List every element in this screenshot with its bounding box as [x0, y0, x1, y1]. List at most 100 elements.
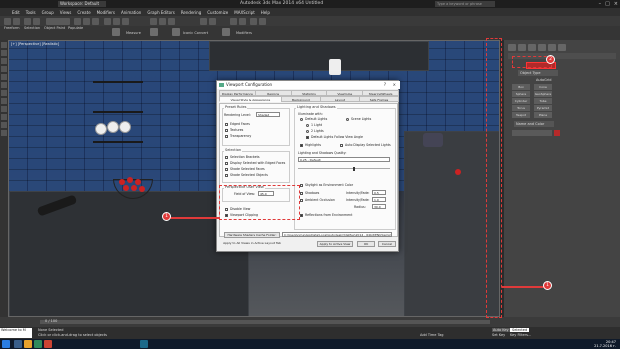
teapot-button[interactable]: Teapot	[512, 112, 530, 118]
tool-icon[interactable]	[1, 50, 7, 56]
menu-rendering[interactable]: Rendering	[181, 10, 201, 15]
3dsmax-taskbar-icon[interactable]	[140, 340, 148, 348]
selection-brackets-checkbox[interactable]	[225, 156, 228, 159]
menu-views[interactable]: Views	[60, 10, 72, 15]
curve-editor-icon[interactable]	[230, 17, 237, 25]
auto-display-checkbox[interactable]	[340, 144, 343, 147]
tool-icon[interactable]	[1, 98, 7, 104]
material-editor-icon[interactable]	[239, 17, 246, 25]
close-icon[interactable]: ×	[393, 81, 396, 89]
motion-tab-icon[interactable]	[538, 44, 546, 51]
select-icon[interactable]	[74, 17, 81, 25]
tool-icon[interactable]	[1, 106, 7, 112]
hierarchy-tab-icon[interactable]	[528, 44, 536, 51]
poly-modeling-icon[interactable]	[150, 28, 158, 36]
explorer-icon[interactable]	[14, 340, 22, 348]
cone-button[interactable]: Cone	[534, 84, 552, 90]
menu-animation[interactable]: Animation	[121, 10, 141, 15]
search-input[interactable]: Type a keyword or phrase	[435, 1, 495, 7]
close-icon[interactable]: ×	[614, 1, 618, 7]
menu-customize[interactable]: Customize	[207, 10, 228, 15]
autokey-button[interactable]: Auto Key	[492, 328, 510, 332]
scale-icon[interactable]	[122, 17, 129, 25]
redo-icon[interactable]	[13, 17, 20, 25]
start-icon[interactable]	[2, 340, 10, 348]
align-icon[interactable]	[209, 17, 216, 25]
menu-maxscript[interactable]: MAXScript	[234, 10, 255, 15]
selection-filter[interactable]	[46, 17, 70, 25]
menu-edit[interactable]: Edit	[12, 10, 20, 15]
box-button[interactable]: Box	[512, 84, 530, 90]
cache-path-field[interactable]: C:\Users\nme\AppData\Local\Autodesk\3dsM…	[282, 232, 392, 237]
setkey-button[interactable]: Set Key	[492, 333, 505, 337]
maximize-icon[interactable]: □	[605, 1, 610, 7]
add-time-tag[interactable]: Add Time Tag	[420, 333, 444, 337]
plane-button[interactable]: Plane	[534, 112, 552, 118]
tool-icon[interactable]	[1, 114, 7, 120]
move-icon[interactable]	[104, 17, 111, 25]
edged-faces-checkbox[interactable]	[225, 123, 228, 126]
workspace-select[interactable]: Workspace: Default	[58, 1, 106, 7]
cylinder-button[interactable]: Cylinder	[512, 98, 530, 104]
percent-snap-icon[interactable]	[168, 17, 175, 25]
time-slider-frame[interactable]: 0 / 100	[45, 319, 57, 323]
tool-icon[interactable]	[1, 66, 7, 72]
tool-icon[interactable]	[1, 130, 7, 136]
torus-button[interactable]: Torus	[512, 105, 530, 111]
quality-slider[interactable]	[298, 166, 390, 171]
apply-all-views-button[interactable]: Apply to All Views in Active Layout Tab	[221, 241, 283, 247]
ribbon-tab-freeform[interactable]: Freeform	[4, 26, 20, 30]
rendering-level-select[interactable]: Shaded	[256, 112, 280, 117]
object-type-header[interactable]: Object Type	[518, 70, 558, 76]
menu-modifiers[interactable]: Modifiers	[97, 10, 115, 15]
region-select-icon[interactable]	[92, 17, 99, 25]
ao-radius-spinner[interactable]: 30.0	[372, 204, 386, 209]
tool-icon[interactable]	[1, 42, 7, 48]
name-color-header[interactable]: Name and Color	[514, 121, 554, 127]
skylight-checkbox[interactable]	[300, 184, 303, 187]
utilities-tab-icon[interactable]	[558, 44, 566, 51]
create-tab-icon[interactable]	[508, 44, 516, 51]
ok-button[interactable]: OK	[357, 241, 375, 247]
ao-intensity-spinner[interactable]: 1.0	[372, 197, 386, 202]
two-lights-radio[interactable]	[306, 130, 309, 133]
tool-icon[interactable]	[1, 82, 7, 88]
app-icon[interactable]	[34, 340, 42, 348]
ao-checkbox[interactable]	[300, 199, 303, 202]
cancel-button[interactable]: Cancel	[378, 241, 396, 247]
measure-icon[interactable]	[112, 28, 120, 36]
mirror-icon[interactable]	[200, 17, 207, 25]
one-light-radio[interactable]	[306, 124, 309, 127]
app-icon[interactable]	[44, 340, 52, 348]
snap-icon[interactable]	[150, 17, 157, 25]
quality-select[interactable]: 0.25 - Default	[298, 157, 390, 162]
key-filters-button[interactable]: Key Filters...	[510, 333, 531, 337]
menu-help[interactable]: Help	[261, 10, 270, 15]
viewport-label[interactable]: [+] [Perspective] [Realistic]	[11, 42, 59, 46]
shade-faces-checkbox[interactable]	[225, 168, 228, 171]
autogrid-checkbox[interactable]: AutoGrid	[534, 77, 562, 83]
tab-visual-style[interactable]: Visual Style & Appearance	[219, 96, 282, 102]
key-mode-select[interactable]: Selected	[510, 328, 530, 332]
link-icon[interactable]	[24, 17, 31, 25]
tool-icon[interactable]	[1, 122, 7, 128]
shadows-intensity-spinner[interactable]: 0.5	[372, 190, 386, 195]
object-color-swatch[interactable]	[554, 130, 560, 136]
hardware-cache-button[interactable]: Hardware Shaders Cache Folder:	[224, 232, 280, 238]
modifiers-icon[interactable]	[222, 28, 230, 36]
convert-icon[interactable]	[172, 28, 180, 36]
highlights-checkbox[interactable]	[300, 144, 303, 147]
modify-tab-icon[interactable]	[518, 44, 526, 51]
folder-icon[interactable]	[24, 340, 32, 348]
rotate-icon[interactable]	[113, 17, 120, 25]
render-setup-icon[interactable]	[250, 17, 257, 25]
help-icon[interactable]: ?	[384, 81, 386, 89]
tab-background[interactable]: Background	[280, 96, 321, 102]
apply-active-view-button[interactable]: Apply to Active View	[317, 241, 353, 247]
tube-button[interactable]: Tube	[534, 98, 552, 104]
minimize-icon[interactable]: –	[599, 1, 602, 7]
angle-snap-icon[interactable]	[159, 17, 166, 25]
geosphere-button[interactable]: GeoSphere	[534, 91, 552, 97]
tab-safe-frames[interactable]: Safe Frames	[358, 96, 400, 102]
tab-layout[interactable]: Layout	[319, 96, 360, 102]
